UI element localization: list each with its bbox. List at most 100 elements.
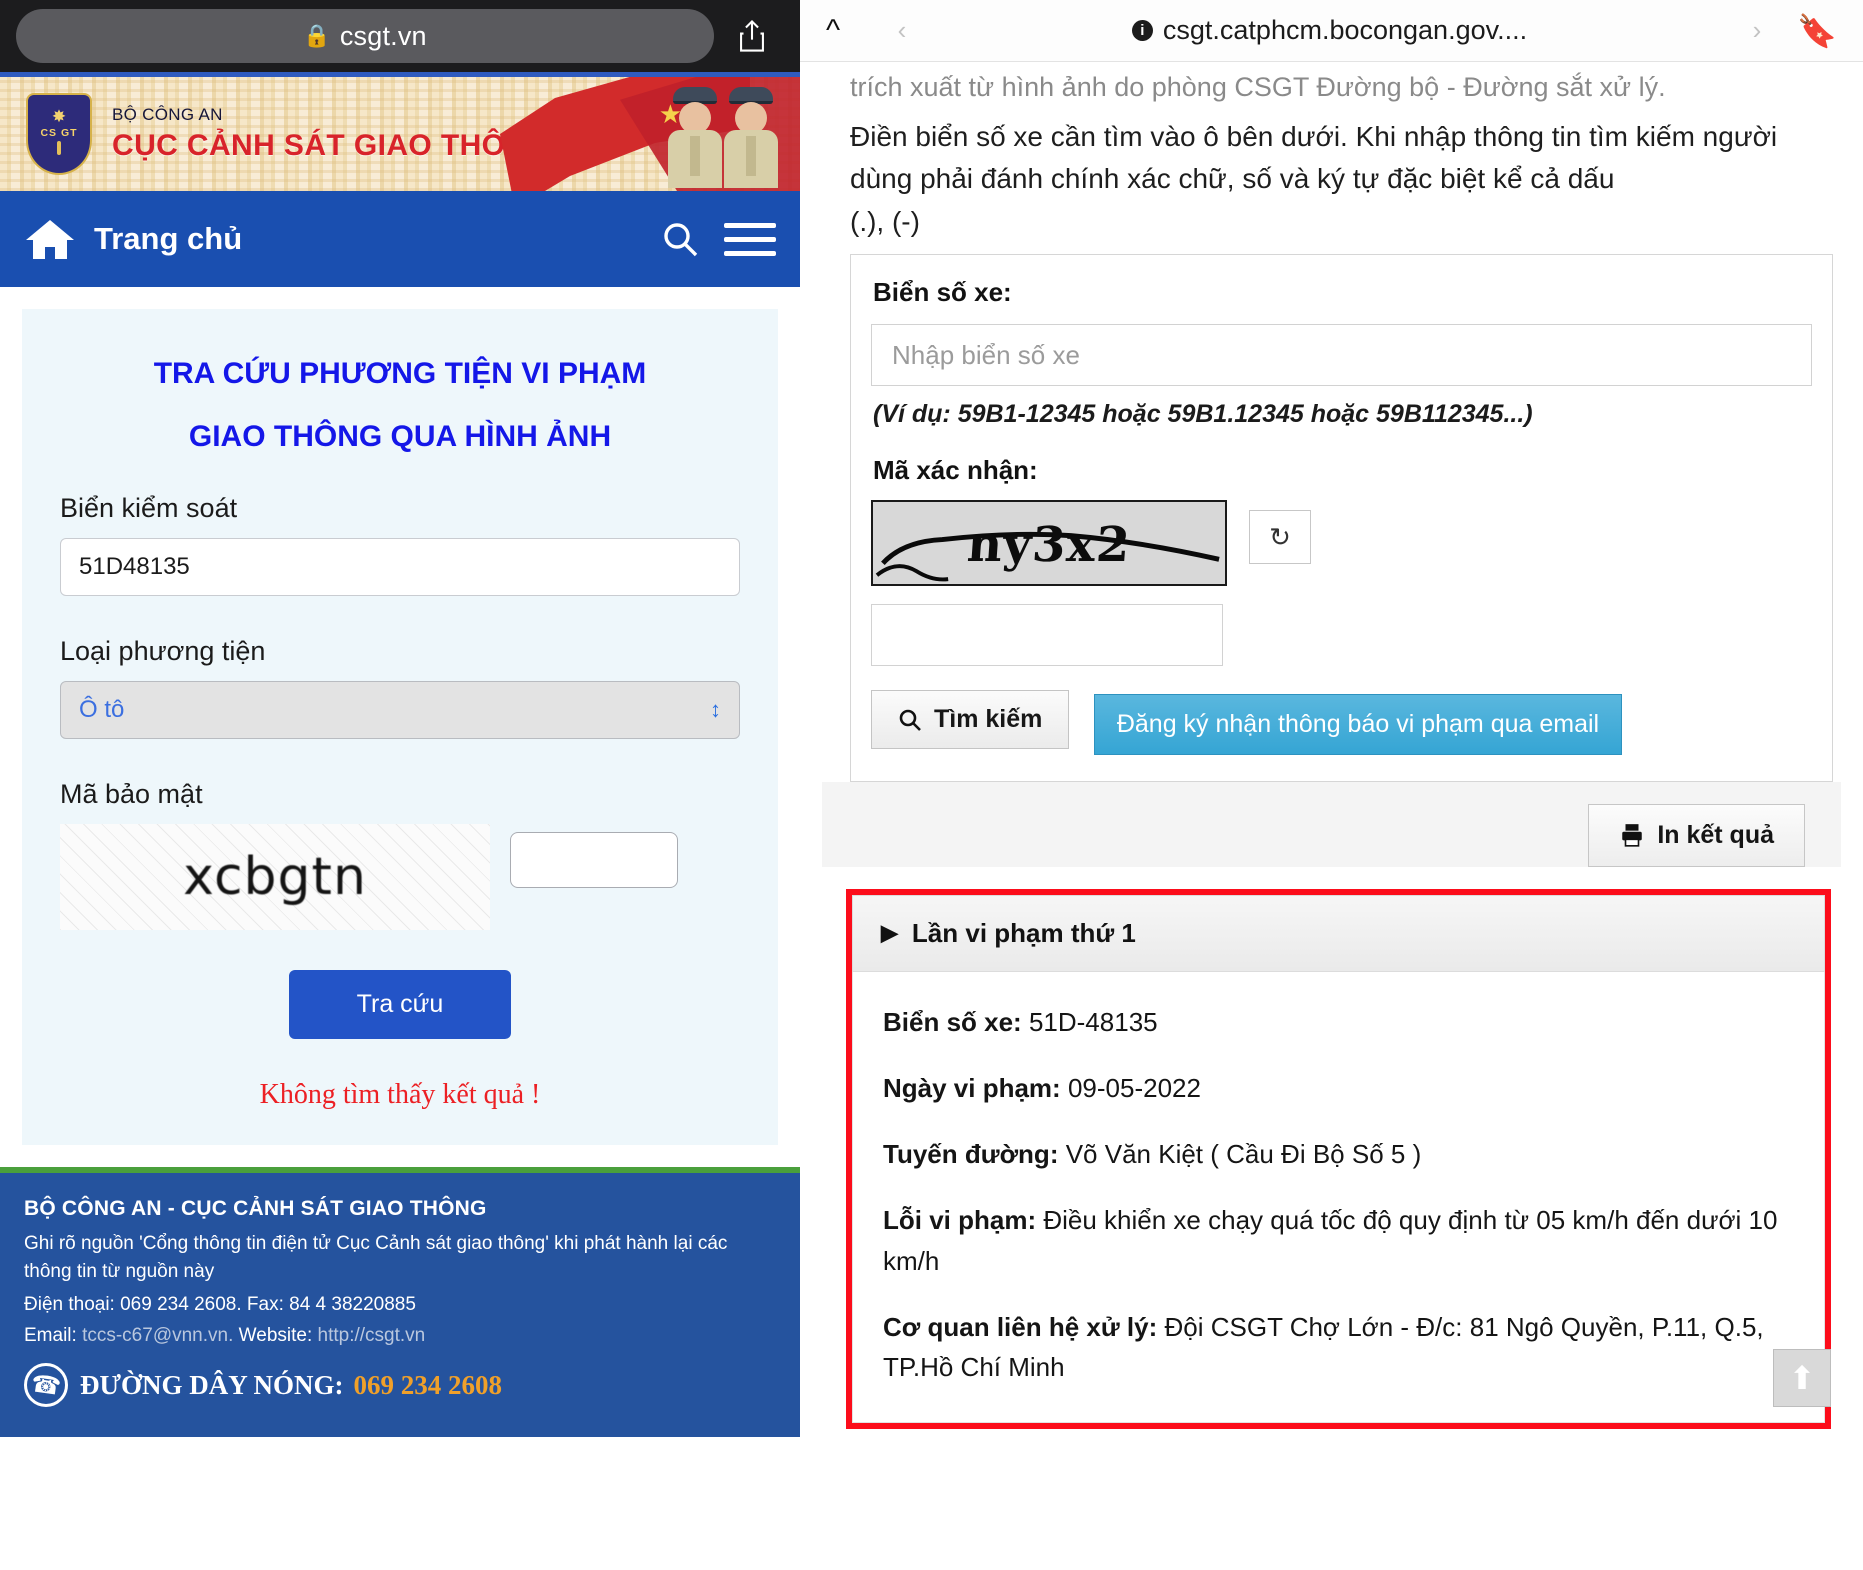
footer-contact-line: Email: tccs-c67@vnn.vn. Website: http://…: [24, 1325, 776, 1347]
right-lookup-form: Biển số xe: Nhập biển số xe (Ví dụ: 59B1…: [850, 254, 1833, 782]
officers-photo: [668, 85, 782, 189]
scroll-to-top-button[interactable]: ⬆: [1773, 1348, 1831, 1407]
footer-title: BỘ CÔNG AN - CỤC CẢNH SÁT GIAO THÔNG: [24, 1197, 487, 1220]
print-row: In kết quả: [822, 781, 1841, 867]
violation-field: Cơ quan liên hệ xử lý: Đội CSGT Chợ Lớn …: [883, 1307, 1794, 1388]
right-captcha-row: ny3x2 ↻: [871, 500, 1832, 586]
hotline-row: ☎ ĐƯỜNG DÂY NÓNG: 069 234 2608: [24, 1363, 776, 1408]
search-button-label: Tìm kiếm: [934, 705, 1043, 733]
violation-field-label: Tuyến đường:: [883, 1139, 1059, 1170]
right-plate-hint: (Ví dụ: 59B1-12345 hoặc 59B1.12345 hoặc …: [873, 400, 1533, 428]
banner-titles: BỘ CÔNG AN CỤC CẢNH SÁT GIAO THÔNG: [112, 105, 551, 163]
scroll-to-top-icon: ⬆: [1788, 1359, 1816, 1396]
violation-details: Biển số xe: 51D-48135 Ngày vi phạm: 09-0…: [852, 971, 1825, 1423]
right-captcha-text: ny3x2: [965, 516, 1133, 573]
submit-row: Tra cứu: [40, 970, 760, 1039]
clipped-intro-line: trích xuất từ hình ảnh do phòng CSGT Đườ…: [850, 72, 1666, 102]
page-title: TRA CỨU PHƯƠNG TIỆN VI PHẠM GIAO THÔNG Q…: [40, 357, 760, 453]
right-browser-bar: ^ ‹ i csgt.catphcm.bocongan.gov.... › 🔖: [800, 0, 1863, 62]
left-phone-screenshot: 🔒 csgt.vn ✸ CS GT BỘ CÔNG AN CỤC CẢNH SÁ…: [0, 0, 800, 1570]
search-button[interactable]: Tìm kiếm: [871, 690, 1070, 749]
safari-address-bar: 🔒 csgt.vn: [0, 0, 800, 72]
captcha-image: xcbgtn: [60, 824, 490, 930]
search-icon: [899, 709, 921, 731]
website-label: Website:: [238, 1325, 313, 1347]
screenshot-root: 🔒 csgt.vn ✸ CS GT BỘ CÔNG AN CỤC CẢNH SÁ…: [0, 0, 1863, 1570]
violation-accordion-header[interactable]: ▶ Lần vi phạm thứ 1: [852, 894, 1825, 972]
emblem-pin: [57, 141, 61, 155]
csgt-emblem-icon: ✸ CS GT: [26, 93, 92, 175]
site-banner: ✸ CS GT BỘ CÔNG AN CỤC CẢNH SÁT GIAO THÔ…: [0, 77, 800, 191]
chevron-up-icon[interactable]: ^: [826, 14, 876, 48]
vehicle-type-select[interactable]: Ô tô ↕: [60, 681, 740, 739]
website-link[interactable]: http://csgt.vn: [318, 1325, 426, 1346]
right-plate-placeholder: Nhập biển số xe: [892, 339, 1080, 370]
intro-paragraph: Điền biển số xe cần tìm vào ô bên dưới. …: [850, 121, 1778, 194]
info-icon: i: [1131, 20, 1153, 41]
error-message: Không tìm thấy kết quả !: [259, 1079, 541, 1110]
lookup-submit-button[interactable]: Tra cứu: [288, 970, 512, 1039]
plate-input-value: 51D48135: [79, 553, 190, 580]
email-register-button[interactable]: Đăng ký nhận thông báo vi phạm qua email: [1093, 693, 1623, 755]
home-icon[interactable]: [24, 217, 76, 261]
forward-arrow-icon[interactable]: ›: [1731, 15, 1783, 46]
violation-field-label: Lỗi vi phạm:: [883, 1205, 1037, 1236]
right-captcha-input[interactable]: [871, 604, 1223, 666]
violation-field: Biển số xe: 51D-48135: [883, 1002, 1794, 1042]
plate-label: Biển kiểm soát: [60, 493, 238, 523]
url-text: csgt.vn: [339, 20, 427, 51]
captcha-row: xcbgtn: [60, 824, 740, 930]
right-url-field[interactable]: i csgt.catphcm.bocongan.gov....: [928, 15, 1731, 46]
back-arrow-icon[interactable]: ‹: [876, 15, 928, 46]
plate-input[interactable]: 51D48135: [60, 538, 740, 596]
right-plate-input[interactable]: Nhập biển số xe: [871, 324, 1812, 386]
right-captcha-image: ny3x2: [871, 500, 1227, 586]
violation-accordion-label: Lần vi phạm thứ 1: [911, 917, 1136, 948]
vehicle-type-label: Loại phương tiện: [60, 636, 266, 666]
violation-field-label: Cơ quan liên hệ xử lý:: [883, 1311, 1158, 1342]
violation-field-label: Biển số xe:: [883, 1006, 1022, 1037]
violation-field: Tuyến đường: Võ Văn Kiệt ( Cầu Đi Bộ Số …: [883, 1134, 1794, 1174]
right-phone-screenshot: ^ ‹ i csgt.catphcm.bocongan.gov.... › 🔖 …: [800, 0, 1863, 1570]
violation-field-value: Võ Văn Kiệt ( Cầu Đi Bộ Số 5 ): [1065, 1139, 1422, 1170]
emblem-label: CS GT: [40, 127, 78, 139]
violation-field-label: Ngày vi phạm:: [883, 1072, 1061, 1103]
hotline-number: 069 234 2608: [353, 1369, 502, 1400]
nav-home-label[interactable]: Trang chủ: [94, 221, 650, 257]
share-icon[interactable]: [720, 9, 784, 63]
print-result-button[interactable]: In kết quả: [1588, 803, 1805, 867]
email-link[interactable]: tccs-c67@vnn.vn.: [82, 1325, 233, 1346]
refresh-icon[interactable]: ↻: [1249, 510, 1311, 564]
ministry-label: BỘ CÔNG AN: [112, 105, 223, 124]
page-title-line1: TRA CỨU PHƯƠNG TIỆN VI PHẠM: [153, 357, 647, 390]
captcha-input[interactable]: [510, 832, 678, 888]
violation-field-value: 09-05-2022: [1067, 1072, 1201, 1103]
right-url-text: csgt.catphcm.bocongan.gov....: [1162, 15, 1528, 45]
bookmark-icon[interactable]: 🔖: [1783, 12, 1837, 50]
hotline-label: ĐƯỜNG DÂY NÓNG:: [80, 1369, 344, 1400]
right-page-body: trích xuất từ hình ảnh do phòng CSGT Đườ…: [800, 72, 1863, 1429]
emblem-star-icon: ✸: [51, 107, 67, 126]
site-footer: BỘ CÔNG AN - CỤC CẢNH SÁT GIAO THÔNG Ghi…: [0, 1173, 800, 1437]
violation-field: Lỗi vi phạm: Điều khiển xe chạy quá tốc …: [883, 1200, 1794, 1281]
vehicle-type-value: Ô tô: [79, 696, 125, 723]
printer-icon: [1622, 824, 1643, 847]
url-field[interactable]: 🔒 csgt.vn: [16, 9, 714, 63]
email-label: Email:: [24, 1325, 77, 1347]
intro-paragraph-tail: (.), (-): [850, 206, 920, 237]
chevron-updown-icon: ↕: [710, 697, 721, 722]
violation-field-value: 51D-48135: [1028, 1006, 1158, 1037]
phone-icon: ☎: [24, 1363, 68, 1408]
captcha-text: xcbgtn: [183, 847, 367, 907]
violation-result-highlight: ▶ Lần vi phạm thứ 1 Biển số xe: 51D-4813…: [846, 888, 1831, 1429]
hamburger-menu-icon[interactable]: [724, 222, 776, 256]
violation-field: Ngày vi phạm: 09-05-2022: [883, 1068, 1794, 1108]
site-navbar: Trang chủ: [0, 191, 800, 287]
right-plate-label: Biển số xe:: [873, 277, 1012, 307]
search-icon[interactable]: [650, 209, 710, 269]
department-label: CỤC CẢNH SÁT GIAO THÔNG: [112, 129, 552, 162]
lookup-form-card: TRA CỨU PHƯƠNG TIỆN VI PHẠM GIAO THÔNG Q…: [22, 309, 778, 1145]
footer-phone: Điện thoại: 069 234 2608. Fax: 84 4 3822…: [24, 1294, 416, 1316]
lock-icon: 🔒: [303, 23, 331, 48]
print-result-label: In kết quả: [1657, 820, 1774, 849]
